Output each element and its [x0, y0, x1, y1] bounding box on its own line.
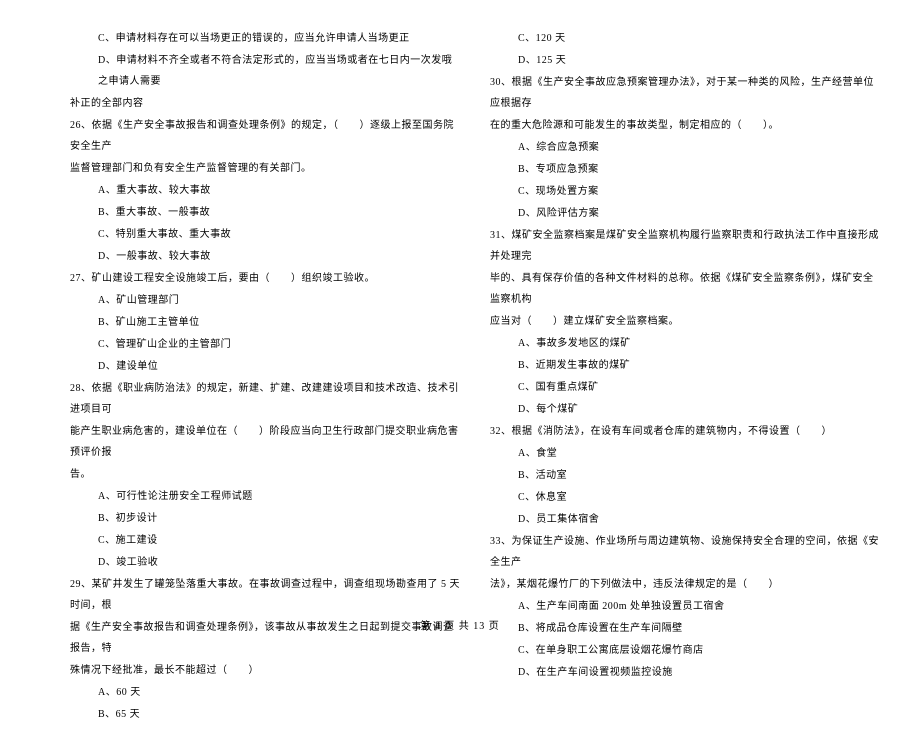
text-line: D、在生产车间设置视频监控设施 [490, 662, 880, 683]
text-line: 29、某矿井发生了罐笼坠落重大事故。在事故调查过程中，调查组现场勘查用了 5 天… [70, 574, 460, 616]
text-line: B、矿山施工主管单位 [70, 312, 460, 333]
text-line: B、专项应急预案 [490, 159, 880, 180]
text-line: 应当对（ ）建立煤矿安全监察档案。 [490, 311, 880, 332]
text-line: B、初步设计 [70, 508, 460, 529]
text-line: C、申请材料存在可以当场更正的错误的，应当允许申请人当场更正 [70, 28, 460, 49]
text-line: 26、依据《生产安全事故报告和调查处理条例》的规定，（ ）逐级上报至国务院安全生… [70, 115, 460, 157]
text-line: C、国有重点煤矿 [490, 377, 880, 398]
text-line: A、综合应急预案 [490, 137, 880, 158]
text-line: 监督管理部门和负有安全生产监督管理的有关部门。 [70, 158, 460, 179]
text-line: D、125 天 [490, 50, 880, 71]
text-line: B、近期发生事故的煤矿 [490, 355, 880, 376]
text-line: B、65 天 [70, 704, 460, 725]
text-line: A、60 天 [70, 682, 460, 703]
text-line: C、现场处置方案 [490, 181, 880, 202]
text-line: A、重大事故、较大事故 [70, 180, 460, 201]
text-line: D、每个煤矿 [490, 399, 880, 420]
text-line: 能产生职业病危害的，建设单位在（ ）阶段应当向卫生行政部门提交职业病危害预评价报 [70, 421, 460, 463]
text-line: 毕的、具有保存价值的各种文件材料的总称。依据《煤矿安全监察条例》，煤矿安全监察机… [490, 268, 880, 310]
text-line: D、一般事故、较大事故 [70, 246, 460, 267]
text-line: C、120 天 [490, 28, 880, 49]
text-line: 27、矿山建设工程安全设施竣工后，要由（ ）组织竣工验收。 [70, 268, 460, 289]
text-line: C、施工建设 [70, 530, 460, 551]
text-line: C、在单身职工公寓底层设烟花爆竹商店 [490, 640, 880, 661]
text-line: D、员工集体宿舍 [490, 509, 880, 530]
text-line: 33、为保证生产设施、作业场所与周边建筑物、设施保持安全合理的空间，依据《安全生… [490, 531, 880, 573]
text-line: D、建设单位 [70, 356, 460, 377]
text-line: D、风险评估方案 [490, 203, 880, 224]
text-line: 告。 [70, 464, 460, 485]
text-line: A、可行性论注册安全工程师试题 [70, 486, 460, 507]
text-line: 28、依据《职业病防治法》的规定，新建、扩建、改建建设项目和技术改造、技术引进项… [70, 378, 460, 420]
text-line: B、重大事故、一般事故 [70, 202, 460, 223]
text-line: 32、根据《消防法》，在设有车间或者仓库的建筑物内，不得设置（ ） [490, 421, 880, 442]
text-line: C、休息室 [490, 487, 880, 508]
text-line: 法》，某烟花爆竹厂的下列做法中，违反法律规定的是（ ） [490, 574, 880, 595]
text-line: C、特别重大事故、重大事故 [70, 224, 460, 245]
text-line: 31、煤矿安全监察档案是煤矿安全监察机构履行监察职责和行政执法工作中直接形成并处… [490, 225, 880, 267]
text-line: A、矿山管理部门 [70, 290, 460, 311]
page-footer: 第 4 页 共 13 页 [0, 617, 920, 632]
text-line: 补正的全部内容 [70, 93, 460, 114]
text-line: 30、根据《生产安全事故应急预案管理办法》，对于某一种类的风险，生产经营单位应根… [490, 72, 880, 114]
text-line: A、事故多发地区的煤矿 [490, 333, 880, 354]
text-line: A、食堂 [490, 443, 880, 464]
text-line: 殊情况下经批准，最长不能超过（ ） [70, 660, 460, 681]
text-line: D、申请材料不齐全或者不符合法定形式的，应当当场或者在七日内一次发哦之申请人需要 [70, 50, 460, 92]
page-container: C、申请材料存在可以当场更正的错误的，应当允许申请人当场更正D、申请材料不齐全或… [0, 0, 920, 756]
text-line: D、竣工验收 [70, 552, 460, 573]
text-line: C、管理矿山企业的主管部门 [70, 334, 460, 355]
text-line: 在的重大危险源和可能发生的事故类型，制定相应的（ ）。 [490, 115, 880, 136]
text-line: A、生产车间南面 200m 处单独设置员工宿舍 [490, 596, 880, 617]
text-line: B、活动室 [490, 465, 880, 486]
